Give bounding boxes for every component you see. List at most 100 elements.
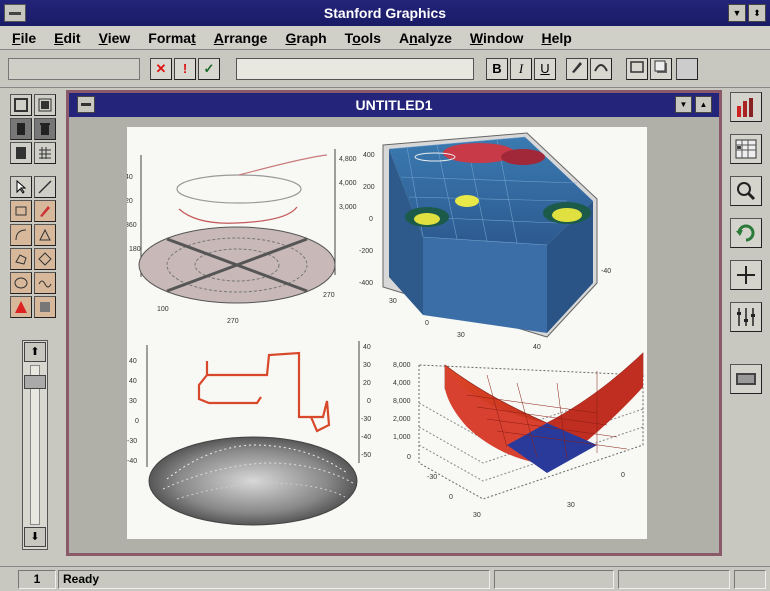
menu-edit[interactable]: Edit [54, 30, 80, 46]
tick-label: 30 [363, 362, 371, 369]
menu-view[interactable]: View [99, 30, 131, 46]
data-sheet-button[interactable] [730, 134, 762, 164]
blank-tool-button[interactable] [676, 58, 698, 80]
scroll-track[interactable] [30, 365, 40, 525]
rect-draw-tool[interactable] [10, 200, 32, 222]
line-tool[interactable] [34, 176, 56, 198]
menu-arrange[interactable]: Arrange [214, 30, 268, 46]
pen-tool-button[interactable] [566, 58, 588, 80]
slide-show-button[interactable] [730, 364, 762, 394]
trash-tool[interactable] [34, 118, 56, 140]
menu-analyze[interactable]: Analyze [399, 30, 452, 46]
zoom-scrollbar[interactable]: ⬆ ⬇ [22, 340, 48, 550]
window-tool[interactable] [34, 94, 56, 116]
cancel-button[interactable]: ✕ [150, 58, 172, 80]
grid-tool[interactable] [34, 142, 56, 164]
chart-gallery-button[interactable] [730, 92, 762, 122]
underline-button[interactable]: U [534, 58, 556, 80]
system-menu-button[interactable] [4, 4, 26, 22]
surface-trough-core [552, 208, 582, 222]
rotate-button[interactable] [730, 218, 762, 248]
curve-tool-button[interactable] [590, 58, 612, 80]
tick-label: 40 [363, 344, 371, 351]
tick-label: 40 [129, 358, 137, 365]
tick-label: 0 [425, 320, 429, 327]
chart-canvas[interactable]: 40 20 360 180 4,800 4,000 3,000 100 270 … [125, 127, 647, 539]
style-dropdown[interactable] [8, 58, 140, 80]
menu-bar: File Edit View Format Arrange Graph Tools Analy… [0, 26, 770, 50]
document-menu-button[interactable] [77, 96, 95, 113]
status-cell [494, 570, 614, 589]
shadow-box-button[interactable] [650, 58, 672, 80]
diamond-tool[interactable] [34, 248, 56, 270]
tick-label: 200 [363, 184, 375, 191]
grid-icon [39, 147, 51, 159]
check-icon: ✓ [203, 61, 215, 76]
surface-3d-plot[interactable]: 400 200 0 -200 -400 30 0 30 40 -40 [359, 132, 611, 351]
tick-label: 40 [127, 174, 133, 181]
document-minimize-button[interactable]: ▼ [675, 96, 692, 113]
frame-tool[interactable] [10, 94, 32, 116]
system-menu-icon [9, 11, 21, 15]
trajectory-3d-plot[interactable]: 40 40 30 0 -30 -40 40 30 20 0 -30 -40 -5… [127, 341, 371, 526]
italic-button[interactable]: I [510, 58, 532, 80]
pencil-tool[interactable] [34, 200, 56, 222]
tick-label: 270 [227, 318, 239, 325]
rectangle-button[interactable] [626, 58, 648, 80]
triangle-tool[interactable] [10, 296, 32, 318]
sliders-icon [737, 308, 755, 326]
ellipse-tool[interactable] [10, 272, 32, 294]
scroll-up-button[interactable]: ⬆ [24, 342, 46, 362]
tick-label: -400 [359, 280, 373, 287]
arrow-pointer-icon [16, 180, 27, 194]
surface-trough-core [414, 213, 440, 225]
menu-file[interactable]: File [12, 30, 36, 46]
minimize-button[interactable]: ▼ [728, 4, 746, 22]
saddle-surface-plot[interactable]: 8,000 4,000 8,000 2,000 1,000 0 -30 0 30… [393, 352, 644, 519]
pattern-tool[interactable] [34, 296, 56, 318]
arrow-down-icon: ⬇ [30, 531, 40, 543]
tick-label: 30 [129, 398, 137, 405]
status-bar: 1 Ready [0, 566, 770, 591]
column-tool[interactable] [10, 118, 32, 140]
tick-label: 2,000 [393, 416, 411, 423]
document-menu-icon [81, 103, 91, 106]
spiral-trace-upper [238, 154, 328, 176]
slide-icon [736, 373, 756, 385]
adjust-sliders-button[interactable] [730, 302, 762, 332]
bold-button[interactable]: B [486, 58, 508, 80]
arc-icon [15, 229, 27, 241]
zoom-button[interactable] [730, 176, 762, 206]
menu-tools[interactable]: Tools [345, 30, 381, 46]
arc-tool[interactable] [10, 224, 32, 246]
freehand-tool[interactable] [34, 272, 56, 294]
surface-trough-core [455, 195, 479, 207]
pointer-tool[interactable] [10, 176, 32, 198]
formula-input[interactable] [236, 58, 474, 80]
polygon-tool[interactable] [10, 248, 32, 270]
app-title: Stanford Graphics [323, 5, 447, 21]
menu-format[interactable]: Format [148, 30, 195, 46]
exclaim-button[interactable]: ! [174, 58, 196, 80]
ellipse-icon [14, 277, 28, 289]
left-tool-palette: ⬆ ⬇ [6, 90, 62, 560]
document-maximize-button[interactable]: ▲ [695, 96, 712, 113]
scroll-down-button[interactable]: ⬇ [24, 527, 46, 547]
menu-graph[interactable]: Graph [285, 30, 326, 46]
tick-label: 0 [135, 418, 139, 425]
menu-help[interactable]: Help [541, 30, 571, 46]
book-tool[interactable] [10, 142, 32, 164]
charts-svg: 40 20 360 180 4,800 4,000 3,000 100 270 … [125, 132, 644, 526]
confirm-button[interactable]: ✓ [198, 58, 220, 80]
crosshair-button[interactable] [730, 260, 762, 290]
restore-button[interactable]: ⬍ [748, 4, 766, 22]
tick-label: 4,000 [339, 180, 357, 187]
polar-3d-plot[interactable]: 40 20 360 180 4,800 4,000 3,000 100 270 … [125, 149, 357, 325]
tick-label: -40 [601, 268, 611, 275]
tick-label: -200 [359, 248, 373, 255]
menu-window[interactable]: Window [470, 30, 524, 46]
pencil-icon [40, 206, 50, 217]
book-icon [16, 147, 26, 159]
scroll-thumb[interactable] [24, 375, 46, 389]
wedge-tool[interactable] [34, 224, 56, 246]
